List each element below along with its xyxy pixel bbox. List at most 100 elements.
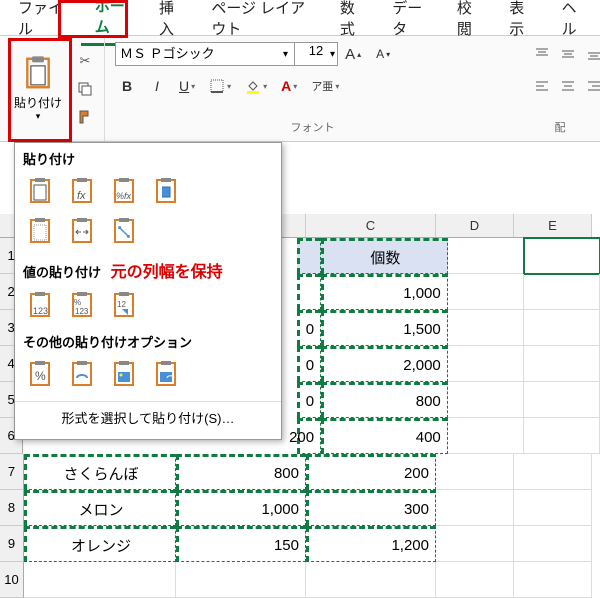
cell[interactable] [297,238,321,274]
row-header[interactable]: 10 [0,562,24,598]
cell[interactable]: 200 [306,454,436,490]
align-top-button[interactable] [530,42,554,66]
svg-text:%: % [35,369,46,383]
cell[interactable] [448,346,524,382]
cell[interactable]: 0 [297,382,321,418]
cell[interactable] [514,454,592,490]
cell[interactable]: オレンジ [24,526,176,562]
paste-option-picture[interactable] [107,357,143,393]
paste-option-values[interactable]: 123 [23,288,59,324]
cell[interactable] [448,382,524,418]
align-right-button[interactable] [582,74,600,98]
bucket-icon [245,78,261,94]
cell[interactable]: 1,500 [321,310,448,346]
cell[interactable] [448,310,524,346]
cell[interactable] [514,526,592,562]
cell[interactable]: 300 [306,490,436,526]
bold-button[interactable]: B [115,74,139,98]
row-header[interactable]: 7 [0,454,24,490]
border-button[interactable]: ▾ [205,74,235,98]
cell[interactable]: メロン [24,490,176,526]
cell[interactable] [436,562,514,598]
row-header[interactable]: 8 [0,490,24,526]
cell[interactable]: 1,000 [321,274,448,310]
chevron-down-icon: ▾ [36,111,41,122]
annotation-keep-col-widths: 元の列幅を保持 [111,264,223,281]
paste-option-values-number[interactable]: %123 [65,288,101,324]
cell[interactable] [514,562,592,598]
cell[interactable] [524,274,600,310]
italic-button[interactable]: I [145,74,169,98]
font-name-select[interactable]: ＭＳ Ｐゴシック [115,42,295,66]
cell[interactable] [176,562,306,598]
cell[interactable]: 2,000 [321,346,448,382]
paste-option-no-borders[interactable] [23,214,59,250]
cell[interactable]: 400 [321,418,448,454]
cell[interactable] [297,274,321,310]
fill-color-button[interactable]: ▾ [241,74,271,98]
cell[interactable] [524,310,600,346]
cell[interactable]: 0 [297,310,321,346]
cell[interactable] [448,418,524,454]
cut-icon[interactable]: ✂ [74,50,96,72]
paste-option-formatting[interactable]: % [23,357,59,393]
chevron-down-icon[interactable]: ▾ [330,49,335,60]
chevron-down-icon[interactable]: ▾ [283,49,288,60]
paste-button[interactable]: 貼り付け ▾ [8,40,68,135]
cell[interactable] [524,418,600,454]
cell[interactable] [524,382,600,418]
paste-option-transpose[interactable] [107,214,143,250]
align-mid-button[interactable] [556,42,580,66]
align-center-button[interactable] [556,74,580,98]
cell[interactable] [524,346,600,382]
cell[interactable]: 800 [176,454,306,490]
paste-values-title: 値の貼り付け 元の列幅を保持 [15,252,281,286]
paste-section-title: 貼り付け [15,143,281,172]
cell[interactable] [514,490,592,526]
paste-option-linked-picture[interactable] [149,357,185,393]
cell[interactable]: 0 [297,346,321,382]
align-left-button[interactable] [530,74,554,98]
cell[interactable]: 1,000 [176,490,306,526]
cell[interactable] [436,490,514,526]
cell[interactable]: さくらんぼ [24,454,176,490]
cell[interactable]: 個数 [321,238,448,274]
menubar: ファイル ホーム 挿入 ページ レイアウト 数式 データ 校閲 表示 ヘル [0,0,600,36]
table-row: 8メロン1,000300 [0,490,600,526]
cell[interactable] [448,274,524,310]
col-header-e[interactable]: E [514,214,592,237]
align-group-label: 配 [530,119,590,135]
cell[interactable]: 800 [321,382,448,418]
copy-icon[interactable] [74,78,96,100]
format-painter-icon[interactable] [74,106,96,128]
paste-option-link[interactable] [65,357,101,393]
ribbon: 貼り付け ▾ ✂ ＭＳ Ｐゴシック ▾ 12 ▾ A▴ A▾ B I U▾ ▾ … [0,36,600,142]
cell[interactable]: 1,200 [306,526,436,562]
cell[interactable]: 150 [176,526,306,562]
cell[interactable] [524,238,600,274]
paste-option-all[interactable] [23,174,59,210]
cell[interactable] [436,454,514,490]
clipboard-group: 貼り付け ▾ ✂ [0,36,105,141]
paste-option-formulas[interactable]: fx [65,174,101,210]
decrease-font-button[interactable]: A▾ [371,42,395,66]
ruby-button[interactable]: ア亜▾ [307,74,343,98]
cell[interactable] [24,562,176,598]
align-bot-button[interactable] [582,42,600,66]
cell[interactable] [448,238,524,274]
cell[interactable] [306,562,436,598]
paste-option-keep-col-widths[interactable] [65,214,101,250]
paste-option-source-formatting[interactable] [149,174,185,210]
font-color-button[interactable]: A▾ [277,74,301,98]
underline-button[interactable]: U▾ [175,74,199,98]
svg-text:12: 12 [117,300,126,309]
paste-option-formulas-number[interactable]: %fx [107,174,143,210]
col-header-d[interactable]: D [436,214,514,237]
col-header-c[interactable]: C [306,214,436,237]
paste-special-link[interactable]: 形式を選択して貼り付け(S)… [15,401,281,433]
paste-option-values-source-fmt[interactable]: 12 [107,288,143,324]
increase-font-button[interactable]: A▴ [341,42,365,66]
cell[interactable]: 200 [297,418,321,454]
row-header[interactable]: 9 [0,526,24,562]
cell[interactable] [436,526,514,562]
